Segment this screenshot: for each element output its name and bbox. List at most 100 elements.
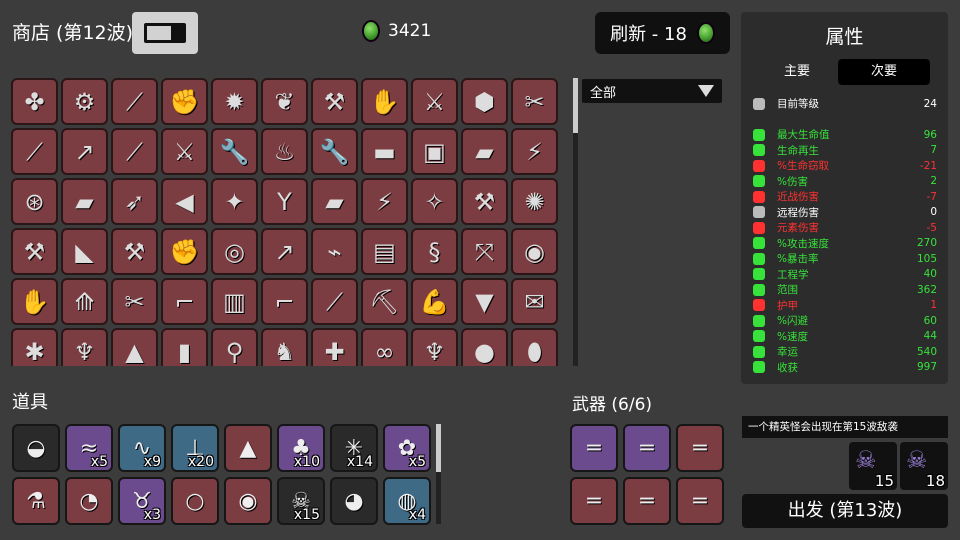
item-slot[interactable]: ✿ x5 (383, 424, 431, 472)
shop-item-slot[interactable]: ● (461, 328, 508, 366)
shop-item-slot[interactable]: ♨ (261, 128, 308, 175)
item-slot[interactable]: ◍ x4 (383, 477, 431, 525)
shop-item-slot[interactable]: ⟰ (61, 278, 108, 325)
shop-item-slot[interactable]: ▤ (361, 228, 408, 275)
shop-item-slot[interactable]: ⟋ (111, 78, 158, 125)
shop-scroll-thumb[interactable] (573, 78, 578, 133)
item-slot[interactable]: ⚗ (12, 477, 60, 525)
items-scroll-thumb[interactable] (436, 424, 441, 472)
shop-item-slot[interactable]: ⚒ (111, 228, 158, 275)
shop-item-slot[interactable]: ✺ (511, 178, 558, 225)
shop-item-slot[interactable]: ⚲ (211, 328, 258, 366)
item-slot[interactable]: ✳ x14 (330, 424, 378, 472)
shop-item-slot[interactable]: ⚡ (511, 128, 558, 175)
shop-item-slot[interactable]: § (411, 228, 458, 275)
shop-item-slot[interactable]: ↗ (261, 228, 308, 275)
shop-item-slot[interactable]: ✉ (511, 278, 558, 325)
item-slot[interactable]: ▲ (224, 424, 272, 472)
elite-enemy-1[interactable]: ☠ 15 (849, 442, 897, 490)
weapon-slot[interactable]: ═ (570, 424, 618, 472)
shop-item-slot[interactable]: ⌐ (161, 278, 208, 325)
item-slot[interactable]: ⊥ x20 (171, 424, 219, 472)
shop-item-slot[interactable]: ✋ (11, 278, 58, 325)
shop-item-slot[interactable]: ⚙ (61, 78, 108, 125)
shop-item-slot[interactable]: ⤧ (461, 228, 508, 275)
shop-item-slot[interactable]: ▣ (411, 128, 458, 175)
shop-item-slot[interactable]: 🔧 (311, 128, 358, 175)
shop-item-slot[interactable]: ▮ (161, 328, 208, 366)
shop-item-slot[interactable]: ⌐ (261, 278, 308, 325)
shop-item-slot[interactable]: ⊛ (11, 178, 58, 225)
weapon-slot[interactable]: ═ (676, 477, 724, 525)
refresh-button[interactable]: 刷新 - 18 (595, 12, 730, 54)
shop-item-slot[interactable]: ◀ (161, 178, 208, 225)
item-slot[interactable]: ◕ (330, 477, 378, 525)
shop-item-slot[interactable]: ➶ (111, 178, 158, 225)
shop-item-slot[interactable]: ✊ (161, 78, 208, 125)
weapon-slot[interactable]: ═ (623, 477, 671, 525)
shop-item-slot[interactable]: ⚒ (11, 228, 58, 275)
shop-item-slot[interactable]: 💪 (411, 278, 458, 325)
category-filter-dropdown[interactable]: 全部 (582, 79, 722, 103)
shop-item-slot[interactable]: ⬢ (461, 78, 508, 125)
shop-item-slot[interactable]: ♆ (61, 328, 108, 366)
shop-item-slot[interactable]: ◉ (511, 228, 558, 275)
shop-item-slot[interactable]: ▼ (461, 278, 508, 325)
shop-item-slot[interactable]: ▬ (361, 128, 408, 175)
item-slot[interactable]: ♣ x10 (277, 424, 325, 472)
item-slot[interactable]: ☠ x15 (277, 477, 325, 525)
items-scrollbar[interactable] (436, 424, 441, 524)
shop-item-slot[interactable]: ▰ (311, 178, 358, 225)
shop-item-slot[interactable]: ◣ (61, 228, 108, 275)
weapon-slot[interactable]: ═ (570, 477, 618, 525)
shop-item-slot[interactable]: ✂ (511, 78, 558, 125)
shop-item-slot[interactable]: ⌁ (311, 228, 358, 275)
shop-item-slot[interactable]: ♞ (261, 328, 308, 366)
shop-item-slot[interactable]: ↗ (61, 128, 108, 175)
shop-item-slot[interactable]: 🔧 (211, 128, 258, 175)
shop-item-slot[interactable]: ⟋ (11, 128, 58, 175)
weapon-slot[interactable]: ═ (623, 424, 671, 472)
shop-item-slot[interactable]: Y (261, 178, 308, 225)
shop-scrollbar[interactable] (573, 78, 578, 366)
shop-item-slot[interactable]: ✊ (161, 228, 208, 275)
shop-item-slot[interactable]: ♆ (411, 328, 458, 366)
shop-item-slot[interactable]: ✱ (11, 328, 58, 366)
shop-item-slot[interactable]: ⛏ (361, 278, 408, 325)
go-next-wave-button[interactable]: 出发 (第13波) (742, 494, 948, 528)
shop-item-slot[interactable]: ✤ (11, 78, 58, 125)
weapon-slot[interactable]: ═ (676, 424, 724, 472)
shop-item-slot[interactable]: ▲ (111, 328, 158, 366)
shop-item-slot[interactable]: ✂ (111, 278, 158, 325)
shop-item-slot[interactable]: ✧ (411, 178, 458, 225)
shop-item-slot[interactable]: ▥ (211, 278, 258, 325)
shop-item-slot[interactable]: ⚒ (311, 78, 358, 125)
shop-item-slot[interactable]: ⚡ (361, 178, 408, 225)
shop-item-slot[interactable]: ⬮ (511, 328, 558, 366)
item-slot[interactable]: ◔ (65, 477, 113, 525)
item-slot[interactable]: ∿ x9 (118, 424, 166, 472)
shop-item-slot[interactable]: ✹ (211, 78, 258, 125)
shop-item-slot[interactable]: ◎ (211, 228, 258, 275)
item-slot[interactable]: ◉ (224, 477, 272, 525)
shop-item-slot[interactable]: ▰ (461, 128, 508, 175)
tab-primary-stats[interactable]: 主要 (757, 59, 837, 85)
item-slot[interactable]: ≈ x5 (65, 424, 113, 472)
elite-enemy-2[interactable]: ☠ 18 (900, 442, 948, 490)
item-slot[interactable]: ◒ (12, 424, 60, 472)
shop-item-slot[interactable]: ⚔ (161, 128, 208, 175)
view-toggle-button[interactable] (132, 12, 198, 54)
item-slot[interactable]: ○ (171, 477, 219, 525)
shop-item-slot[interactable]: ▰ (61, 178, 108, 225)
shop-item-slot[interactable]: ⟋ (111, 128, 158, 175)
tab-secondary-stats[interactable]: 次要 (838, 59, 930, 85)
shop-item-slot[interactable]: ✦ (211, 178, 258, 225)
shop-item-slot[interactable]: ⚒ (461, 178, 508, 225)
shop-item-slot[interactable]: ⚔ (411, 78, 458, 125)
shop-item-slot[interactable]: ✚ (311, 328, 358, 366)
shop-item-slot[interactable]: ✋ (361, 78, 408, 125)
item-slot[interactable]: ♉ x3 (118, 477, 166, 525)
shop-item-slot[interactable]: ❦ (261, 78, 308, 125)
shop-item-slot[interactable]: ∞ (361, 328, 408, 366)
shop-item-slot[interactable]: ⟋ (311, 278, 358, 325)
